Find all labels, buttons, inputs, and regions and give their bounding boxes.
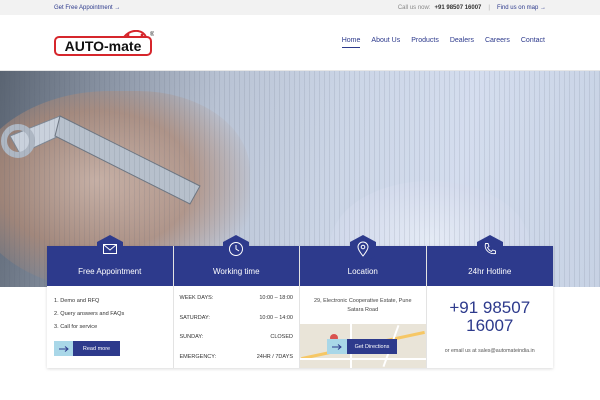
hours-time: CLOSED [270, 334, 293, 340]
auto-mate-logo[interactable]: AUTO-mate ® [54, 29, 155, 56]
hours-day: SUNDAY: [179, 334, 204, 340]
top-bar-contact: Call us now: +91 98507 16007 | Find us o… [398, 5, 546, 11]
card-free-appointment: Free Appointment 1. Demo and RFQ 2. Quer… [47, 235, 174, 368]
nav-item-dealers[interactable]: Dealers [450, 37, 474, 48]
hours-row: SATURDAY: 10:00 – 14:00 [180, 315, 294, 335]
list-item: 1. Demo and RFQ [54, 298, 100, 304]
hours-day: WEEK DAYS: [179, 295, 214, 301]
hours-table: WEEK DAYS: 10:00 – 18:00 SATURDAY: 10:00 –… [174, 286, 300, 373]
email-line[interactable]: or email us at sales@automateindia.in [427, 348, 554, 354]
call-label: Call us now: [397, 4, 431, 11]
divider: | [488, 4, 490, 11]
hours-row: WEEK DAYS: 10:00 – 18:00 [180, 295, 294, 315]
logo-wordmark: AUTO-mate [65, 38, 142, 54]
read-more-button[interactable]: Read more [54, 341, 120, 356]
hours-time: 10:00 – 14:00 [259, 314, 293, 321]
map-pin-icon [348, 234, 378, 264]
info-cards: Free Appointment 1. Demo and RFQ 2. Quer… [47, 235, 554, 368]
card-hotline: 24hr Hotline +91 98507 16007 or email us… [426, 235, 554, 368]
nav-item-products[interactable]: Products [411, 37, 439, 48]
top-bar: Get Free Appointment → Call us now: +91 … [0, 0, 600, 15]
read-more-label: Read more [73, 341, 120, 356]
site-header: AUTO-mate ® Home About Us Products Deale… [0, 15, 600, 71]
nav-item-home[interactable]: Home [341, 37, 361, 48]
arrow-right-icon [54, 341, 73, 356]
hours-day: SATURDAY: [179, 314, 210, 321]
main-nav: Home About Us Products Dealers Careers C… [341, 37, 545, 48]
get-directions-label: Get Directions [347, 339, 397, 354]
card-location: Location 29, Electronic Cooperative Esta… [300, 235, 427, 368]
hours-row: EMERGENCY: 24HR / 7DAYS [180, 354, 294, 374]
list-item: 3. Call for service [54, 324, 98, 330]
svg-text:®: ® [150, 31, 154, 38]
top-phone-number[interactable]: +91 98507 16007 [435, 5, 482, 11]
nav-item-about-us[interactable]: About Us [371, 37, 400, 48]
find-us-on-map-link[interactable]: Find us on map → [497, 5, 546, 11]
get-free-appointment-link[interactable]: Get Free Appointment → [54, 5, 120, 11]
arrow-right-icon [327, 339, 347, 354]
hours-day: EMERGENCY: [179, 353, 217, 360]
hours-row: SUNDAY: CLOSED [180, 334, 294, 354]
get-directions-button[interactable]: Get Directions [327, 339, 397, 354]
phone-icon [475, 234, 505, 264]
appointment-list: 1. Demo and RFQ 2. Query answers and FAQ… [47, 286, 173, 334]
hotline-number[interactable]: +91 98507 16007 [427, 299, 554, 335]
list-item: 2. Query answers and FAQs [54, 311, 125, 317]
nav-item-careers[interactable]: Careers [485, 37, 510, 48]
clock-icon [221, 234, 251, 264]
hours-time: 24HR / 7DAYS [256, 353, 293, 360]
hotline-body: +91 98507 16007 or email us at sales@aut… [427, 286, 554, 355]
card-working-time: Working time WEEK DAYS: 10:00 – 18:00 SAT… [173, 235, 300, 368]
envelope-icon [95, 234, 125, 264]
nav-item-contact[interactable]: Contact [521, 37, 545, 48]
address-text: 29, Electronic Cooperative Estate, Pune … [313, 298, 412, 313]
hours-time: 10:00 – 18:00 [259, 295, 293, 301]
